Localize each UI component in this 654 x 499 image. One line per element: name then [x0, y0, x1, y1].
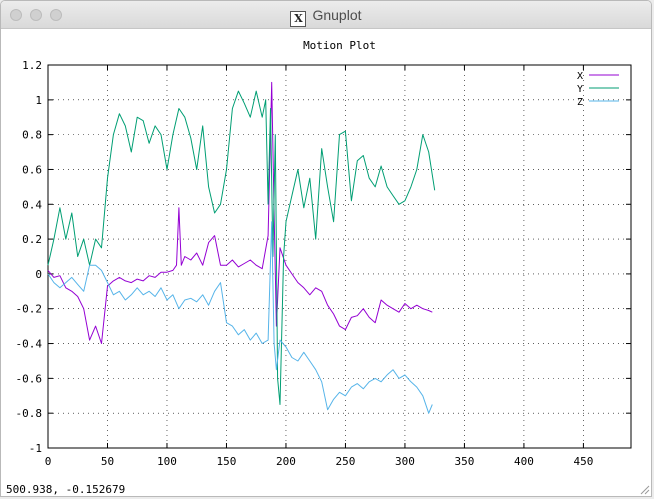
legend-label-z: Z: [577, 97, 583, 108]
series-line-y: [47, 90, 436, 405]
y-tick-label: 1.2: [22, 59, 42, 72]
chart-title: Motion Plot: [303, 39, 376, 52]
x-tick-label: 450: [573, 455, 593, 468]
window-title: Gnuplot: [312, 7, 362, 23]
x-tick-label: 350: [454, 455, 474, 468]
resize-grip-icon[interactable]: [638, 483, 650, 495]
y-tick-label: 1: [35, 94, 42, 107]
y-tick-label: 0: [35, 268, 42, 281]
plot-canvas[interactable]: Motion Plot -1 -0.8 -0.6 -0.4 -0.2 0 0.2 0.4 0.6 0…: [1, 29, 652, 497]
x-tick-label: 150: [217, 455, 237, 468]
y-tick-label: 0.8: [22, 129, 42, 142]
y-tick-label: -0.2: [16, 303, 43, 316]
motion-plot-chart[interactable]: Motion Plot -1 -0.8 -0.6 -0.4 -0.2 0 0.2 0.4 0.6 0…: [1, 29, 652, 497]
legend-label-y: Y: [577, 84, 583, 95]
x-tick-label: 300: [395, 455, 415, 468]
x11-icon: X: [290, 11, 307, 27]
x-tick-label: 200: [276, 455, 296, 468]
legend-label-x: X: [577, 71, 583, 82]
x-tick-label: 0: [45, 455, 52, 468]
x-tick-label: 250: [336, 455, 356, 468]
gnuplot-window: X Gnuplot Motion Plot -1 -0.8 -0.6 -0.4 -0.2 0 0…: [0, 0, 652, 497]
y-tick-label: -1: [29, 442, 42, 455]
title-bar[interactable]: X Gnuplot: [1, 1, 651, 29]
y-tick-label: -0.6: [16, 372, 43, 385]
x-tick-label: 400: [514, 455, 534, 468]
series-line-x: [47, 81, 433, 344]
plot-border: [47, 64, 632, 449]
y-tick-label: 0.6: [22, 163, 42, 176]
y-tick-label: 0.4: [22, 198, 42, 211]
x-tick-label: 100: [157, 455, 177, 468]
coordinate-readout: 500.938, -0.152679: [6, 483, 126, 496]
y-tick-label: -0.8: [16, 407, 43, 420]
window-title-group: X Gnuplot: [1, 7, 651, 27]
x-tick-label: 50: [101, 455, 114, 468]
y-tick-label: 0.2: [22, 233, 42, 246]
y-tick-label: -0.4: [16, 338, 43, 351]
series-line-z: [47, 221, 433, 414]
